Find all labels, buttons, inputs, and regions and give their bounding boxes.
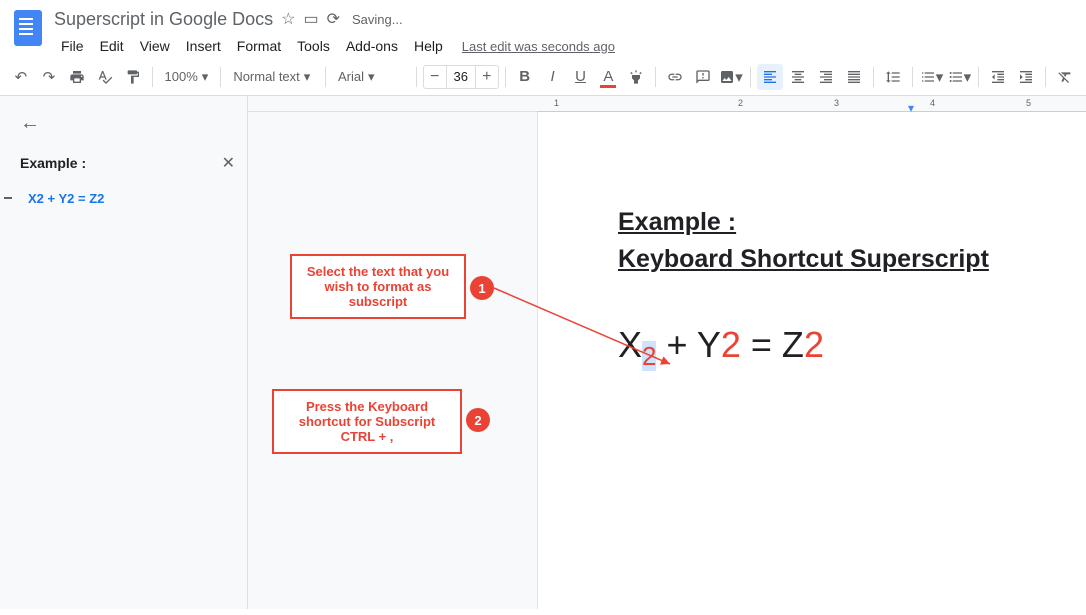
menu-format[interactable]: Format	[230, 34, 288, 58]
font-size-input[interactable]: 36	[446, 66, 476, 88]
menu-edit[interactable]: Edit	[93, 34, 131, 58]
annotation-badge-2: 2	[466, 408, 490, 432]
toolbar: ↶ ↷ 100% ▾ Normal text ▾ Arial ▾ − 36 + …	[0, 58, 1086, 96]
increase-indent-button[interactable]	[1013, 64, 1039, 90]
move-icon[interactable]: ▭	[303, 9, 318, 29]
highlight-button[interactable]	[623, 64, 649, 90]
print-button[interactable]	[64, 64, 90, 90]
ruler-mark: 5	[1026, 98, 1031, 108]
title-area: Superscript in Google Docs ☆ ▭ ⟳ Saving.…	[48, 8, 1078, 58]
menu-insert[interactable]: Insert	[179, 34, 228, 58]
checklist-button[interactable]: ▾	[919, 64, 945, 90]
menu-tools[interactable]: Tools	[290, 34, 337, 58]
decrease-indent-button[interactable]	[985, 64, 1011, 90]
bullet-list-button[interactable]: ▾	[946, 64, 972, 90]
back-arrow-icon[interactable]: ←	[20, 112, 235, 135]
content-area: ← Example : ✕ X2 + Y2 = Z2 Select the te…	[0, 96, 1086, 609]
underline-button[interactable]: U	[568, 64, 594, 90]
app-logo[interactable]	[8, 8, 48, 48]
undo-button[interactable]: ↶	[8, 64, 34, 90]
style-dropdown[interactable]: Normal text ▾	[227, 64, 319, 90]
chevron-down-icon: ▾	[304, 69, 311, 85]
annotation-badge-1: 1	[470, 276, 494, 300]
align-left-button[interactable]	[757, 64, 783, 90]
font-dropdown[interactable]: Arial ▾	[332, 64, 410, 90]
star-icon[interactable]: ☆	[281, 9, 295, 29]
clear-formatting-button[interactable]	[1052, 64, 1078, 90]
last-edit-link[interactable]: Last edit was seconds ago	[462, 39, 615, 54]
ruler-mark: 2	[738, 98, 743, 108]
zoom-dropdown[interactable]: 100% ▾	[159, 64, 215, 90]
annotation-callout-1: Select the text that you wish to format …	[290, 254, 466, 319]
menu-file[interactable]: File	[54, 34, 91, 58]
annotation-callout-2: Press the Keyboard shortcut for Subscrip…	[272, 389, 462, 454]
ruler-mark: 3	[834, 98, 839, 108]
document-title[interactable]: Superscript in Google Docs	[54, 9, 273, 30]
bold-button[interactable]: B	[512, 64, 538, 90]
align-justify-button[interactable]	[841, 64, 867, 90]
menu-view[interactable]: View	[133, 34, 177, 58]
redo-button[interactable]: ↷	[36, 64, 62, 90]
doc-heading-1[interactable]: Example :	[618, 208, 1086, 237]
chevron-down-icon: ▾	[202, 69, 209, 85]
align-center-button[interactable]	[785, 64, 811, 90]
equation-text[interactable]: X2 + Y2 = Z2	[618, 324, 1086, 372]
menu-help[interactable]: Help	[407, 34, 450, 58]
ruler-mark: 4	[930, 98, 935, 108]
italic-button[interactable]: I	[540, 64, 566, 90]
close-icon[interactable]: ✕	[222, 153, 235, 173]
comment-button[interactable]	[690, 64, 716, 90]
outline-heading[interactable]: Example :	[20, 155, 86, 171]
font-size-control: − 36 +	[423, 65, 499, 89]
line-spacing-button[interactable]	[880, 64, 906, 90]
doc-heading-2[interactable]: Keyboard Shortcut Superscript	[618, 245, 1086, 274]
text-color-button[interactable]: A	[595, 64, 621, 90]
link-button[interactable]	[662, 64, 688, 90]
decrease-font-button[interactable]: −	[424, 68, 446, 86]
cloud-icon: ⟳	[327, 9, 340, 29]
header: Superscript in Google Docs ☆ ▭ ⟳ Saving.…	[0, 0, 1086, 58]
menu-addons[interactable]: Add-ons	[339, 34, 405, 58]
selected-text[interactable]: 2	[642, 341, 656, 371]
spellcheck-button[interactable]	[92, 64, 118, 90]
document-page[interactable]: Example : Keyboard Shortcut Superscript …	[538, 112, 1086, 609]
document-area: 1 ▾ 2 3 4 5 Example : Keyboard Shortcut …	[248, 96, 1086, 609]
align-right-button[interactable]	[813, 64, 839, 90]
save-status: Saving...	[352, 12, 403, 27]
outline-item[interactable]: X2 + Y2 = Z2	[20, 187, 235, 210]
paint-format-button[interactable]	[120, 64, 146, 90]
docs-icon	[14, 10, 42, 46]
image-button[interactable]: ▾	[718, 64, 744, 90]
ruler-mark: 1	[554, 98, 559, 108]
increase-font-button[interactable]: +	[476, 68, 498, 86]
horizontal-ruler[interactable]: 1 ▾ 2 3 4 5	[248, 96, 1086, 112]
outline-panel: ← Example : ✕ X2 + Y2 = Z2	[0, 96, 248, 609]
chevron-down-icon: ▾	[368, 69, 375, 85]
menu-bar: File Edit View Insert Format Tools Add-o…	[54, 30, 1078, 58]
